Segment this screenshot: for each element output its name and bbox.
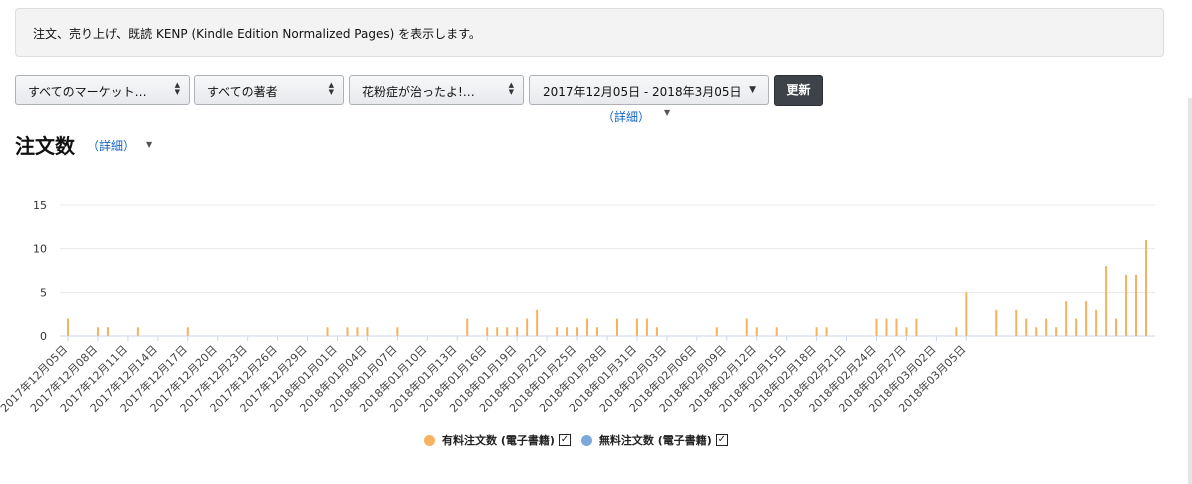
up-down-arrows-icon: ▲ ▼ xyxy=(508,81,514,96)
author-select[interactable]: すべての著者 ▲ ▼ xyxy=(194,75,344,105)
chevron-down-icon: ▼ xyxy=(749,85,756,95)
y-tick-label: 15 xyxy=(33,199,47,212)
bar xyxy=(775,327,778,336)
y-tick-label: 10 xyxy=(33,243,47,256)
bar xyxy=(356,327,359,336)
bar xyxy=(995,309,998,336)
bar xyxy=(885,318,888,336)
bar xyxy=(596,327,599,336)
date-detail-caret-icon[interactable]: ▼ xyxy=(664,108,670,117)
info-text: 注文、売り上げ、既読 KENP (Kindle Edition Normaliz… xyxy=(33,27,481,41)
bar xyxy=(895,318,898,336)
bar xyxy=(615,318,618,336)
bar xyxy=(1035,327,1038,336)
legend-free-label[interactable]: 無料注文数 (電子書籍) xyxy=(599,432,712,448)
bar xyxy=(556,327,559,336)
bar xyxy=(1025,318,1028,336)
marketplace-select-value: すべてのマーケット… xyxy=(28,85,147,99)
bar xyxy=(496,327,499,336)
bar xyxy=(905,327,908,336)
bar xyxy=(815,327,818,336)
title-select[interactable]: 花粉症が治ったよ!… ▲ ▼ xyxy=(349,75,524,105)
bar xyxy=(1045,318,1048,336)
bar xyxy=(1065,301,1068,336)
bar xyxy=(1015,309,1018,336)
legend-paid-label[interactable]: 有料注文数 (電子書籍) xyxy=(442,432,555,448)
bar xyxy=(106,327,109,336)
bar xyxy=(875,318,878,336)
legend-paid-checkbox[interactable]: ✓ xyxy=(558,434,571,446)
bar xyxy=(635,318,638,336)
bar xyxy=(825,327,828,336)
bar xyxy=(576,327,579,336)
bar xyxy=(1145,239,1147,336)
info-banner: 注文、売り上げ、既読 KENP (Kindle Edition Normaliz… xyxy=(15,8,1164,57)
date-range-value: 2017年12月05日 - 2018年3月05日 xyxy=(543,85,742,99)
bar xyxy=(566,327,569,336)
bar xyxy=(186,327,189,336)
bar xyxy=(1085,301,1088,336)
bar xyxy=(466,318,469,336)
up-down-arrows-icon: ▲ ▼ xyxy=(174,81,180,96)
bar xyxy=(755,327,758,336)
bar xyxy=(506,327,509,336)
bar xyxy=(1105,266,1108,336)
bar xyxy=(645,318,648,336)
scrollbar-thumb[interactable] xyxy=(1188,98,1192,484)
bar xyxy=(516,327,519,336)
y-tick-label: 5 xyxy=(40,286,47,299)
y-tick-label: 0 xyxy=(40,330,47,343)
up-down-arrows-icon: ▲ ▼ xyxy=(328,81,334,96)
bar xyxy=(326,327,329,336)
legend-free-checkbox[interactable]: ✓ xyxy=(715,434,728,446)
section-detail-caret-icon[interactable]: ▼ xyxy=(146,140,152,149)
bar xyxy=(1125,274,1128,336)
marketplace-select[interactable]: すべてのマーケット… ▲ ▼ xyxy=(15,75,190,105)
bar xyxy=(346,327,349,336)
update-button[interactable]: 更新 xyxy=(774,75,823,106)
legend-paid-dot xyxy=(424,434,435,446)
bar xyxy=(526,318,529,336)
bar xyxy=(96,327,99,336)
bar xyxy=(136,327,139,336)
bar xyxy=(536,309,539,336)
bar xyxy=(1075,318,1078,336)
author-select-value: すべての著者 xyxy=(207,85,278,99)
title-select-value: 花粉症が治ったよ!… xyxy=(362,85,475,99)
bar xyxy=(745,318,748,336)
date-range-select[interactable]: 2017年12月05日 - 2018年3月05日 ▼ xyxy=(529,75,769,105)
bar xyxy=(655,327,658,336)
legend-free-dot xyxy=(580,434,592,446)
bar xyxy=(955,327,958,336)
bar xyxy=(366,327,369,336)
bar xyxy=(486,327,489,336)
orders-chart: 0510152017年12月05日2017年12月08日2017年12月11日2… xyxy=(0,199,1155,415)
page-title: 注文数 xyxy=(15,134,75,158)
bar xyxy=(1055,327,1058,336)
bar xyxy=(715,327,718,336)
bar xyxy=(965,292,968,336)
section-detail-link[interactable]: （詳細） xyxy=(87,137,135,154)
bar xyxy=(586,318,589,336)
bar xyxy=(1095,309,1098,336)
section-title: 注文数 xyxy=(15,130,75,159)
bar xyxy=(1135,274,1138,336)
bar xyxy=(67,318,69,336)
chart-legend: 有料注文数 (電子書籍) ✓ 無料注文数 (電子書籍) ✓ xyxy=(424,432,728,448)
bar xyxy=(396,327,399,336)
date-detail-link[interactable]: （詳細） xyxy=(602,108,650,125)
bar xyxy=(1115,318,1118,336)
bar xyxy=(915,318,918,336)
